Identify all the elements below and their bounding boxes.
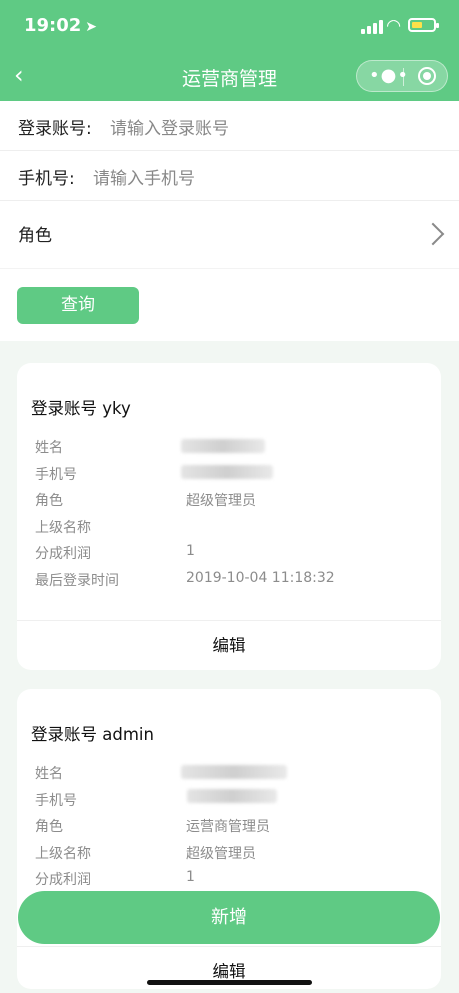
field-label-profit: 分成利润 [35, 872, 91, 888]
divider [0, 268, 459, 269]
field-label-profit: 分成利润 [35, 546, 91, 562]
field-label-parent: 上级名称 [35, 846, 91, 862]
role-filter-row[interactable]: 角色 [0, 201, 459, 268]
field-label-role: 角色 [35, 819, 63, 835]
capsule-divider [403, 68, 404, 86]
edit-button[interactable]: 编辑 [17, 620, 441, 670]
location-arrow-icon: ➤ [85, 19, 98, 35]
field-label-phone: 手机号 [35, 467, 77, 483]
field-label-role: 角色 [35, 493, 63, 509]
field-value-last-login: 2019-10-04 11:18:32 [186, 570, 335, 586]
phone-input[interactable]: 请输入手机号 [93, 164, 195, 189]
home-indicator [147, 980, 312, 985]
field-value-profit: 1 [186, 543, 195, 559]
query-button[interactable]: 查询 [17, 287, 139, 324]
field-value-role: 运营商管理员 [186, 819, 270, 835]
account-input[interactable]: 请输入登录账号 [110, 114, 229, 139]
operator-card: 登录账号 yky 姓名 手机号 角色 超级管理员 上级名称 分成利润 1 最后登… [17, 363, 441, 670]
chevron-right-icon [421, 222, 445, 246]
field-label-parent: 上级名称 [35, 520, 91, 536]
mini-program-capsule: •●• [356, 60, 448, 92]
filter-panel: 登录账号: 请输入登录账号 手机号: 请输入手机号 角色 查询 [0, 101, 459, 341]
operator-card: 登录账号 admin 姓名 手机号 角色 运营商管理员 上级名称 超级管理员 分… [17, 689, 441, 989]
card-title: 登录账号 yky [31, 399, 131, 418]
field-label-last-login: 最后登录时间 [35, 573, 119, 589]
redacted-phone [181, 465, 273, 479]
status-time: 19:02 ➤ [24, 15, 97, 36]
account-label: 登录账号: [18, 119, 92, 139]
field-label-name: 姓名 [35, 440, 63, 456]
navigation-bar: ‹ 运营商管理 •●• [0, 52, 459, 101]
field-value-parent: 超级管理员 [186, 846, 256, 862]
battery-icon [408, 18, 439, 32]
role-label: 角色 [18, 226, 52, 246]
wifi-icon: ◜◝ [387, 16, 401, 36]
phone-label: 手机号: [18, 169, 75, 189]
redacted-name [181, 439, 265, 453]
field-label-phone: 手机号 [35, 793, 77, 809]
close-miniprogram-icon[interactable] [418, 67, 436, 85]
cellular-signal-icon [361, 20, 383, 34]
phone-filter-row: 手机号: 请输入手机号 [0, 151, 459, 201]
account-filter-row: 登录账号: 请输入登录账号 [0, 101, 459, 151]
redacted-phone [187, 789, 277, 803]
card-title: 登录账号 admin [31, 725, 154, 744]
redacted-name [181, 765, 287, 779]
field-label-name: 姓名 [35, 766, 63, 782]
add-button[interactable]: 新增 [18, 891, 440, 944]
status-bar: 19:02 ➤ ◜◝ [0, 0, 459, 52]
clock-text: 19:02 [24, 15, 82, 36]
field-value-profit: 1 [186, 869, 195, 885]
field-value-role: 超级管理员 [186, 493, 256, 509]
